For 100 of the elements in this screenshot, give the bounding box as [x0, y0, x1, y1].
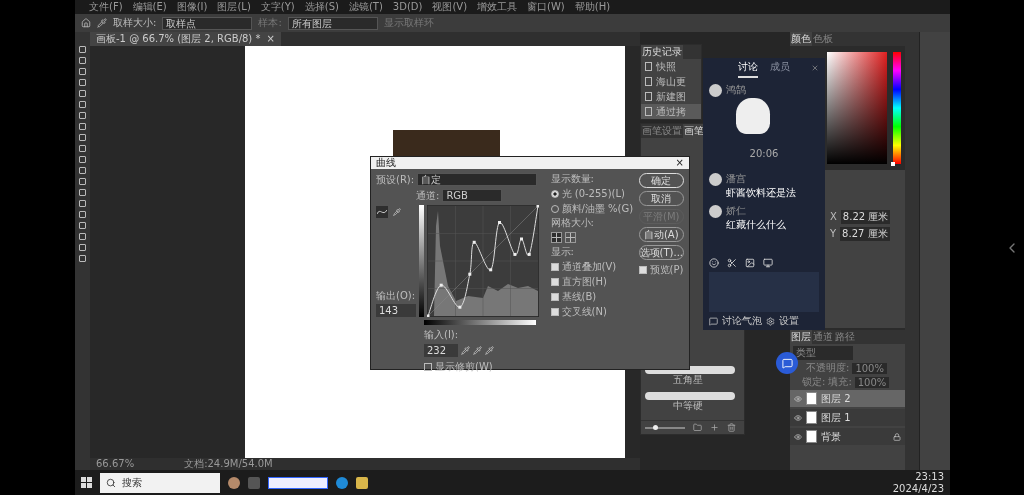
layer-row[interactable]: 背景 [790, 428, 905, 445]
radio-button[interactable] [550, 189, 559, 198]
menu-item[interactable]: 图层(L) [217, 1, 251, 13]
add-icon[interactable] [710, 423, 719, 432]
checkbox[interactable] [638, 265, 647, 274]
history-item[interactable]: 海山更 [641, 74, 701, 89]
radio-label: 颜料/油墨 %(G) [561, 202, 634, 215]
panel-tab[interactable]: 路径 [834, 330, 856, 344]
panel-tab[interactable]: 图层 [790, 330, 812, 344]
eyedropper-icon[interactable] [473, 346, 482, 355]
dialog-button[interactable]: 取消 [638, 191, 684, 206]
windows-start-icon[interactable] [81, 477, 92, 488]
menu-item[interactable]: 窗口(W) [527, 1, 565, 13]
dialog-button[interactable]: 选项(T)... [638, 245, 684, 260]
opacity-field[interactable]: 100% [852, 362, 887, 374]
checkbox-label: 直方图(H) [561, 275, 607, 288]
menu-item[interactable]: 3D(D) [392, 1, 423, 13]
input-field[interactable]: 232 [424, 344, 458, 357]
sample-dropdown[interactable]: 所有图层 [287, 16, 378, 30]
settings-link[interactable]: 设置 [779, 315, 799, 327]
lock-icon[interactable] [893, 432, 901, 441]
layer-thumbnail [806, 411, 817, 424]
close-icon[interactable] [811, 64, 819, 72]
app-icon[interactable] [356, 476, 368, 489]
checkbox[interactable] [424, 362, 432, 371]
image-icon[interactable] [745, 258, 755, 268]
zoom-level: 66.67% [96, 458, 135, 470]
panel-tab[interactable]: 画笔 [683, 124, 705, 138]
menu-item[interactable]: 滤镜(T) [348, 1, 383, 13]
layer-row[interactable]: 图层 2 [790, 390, 905, 407]
layer-row[interactable]: 图层 1 [790, 409, 905, 426]
panel-tab[interactable]: 颜色 [790, 32, 812, 46]
checkbox-label: 预览(P) [649, 263, 684, 276]
channel-label: 通道: [416, 189, 440, 202]
chat-tab[interactable]: 讨论 [738, 58, 758, 78]
eyedropper-icon[interactable] [485, 346, 494, 355]
panel-tab[interactable]: 历史记录 [641, 45, 683, 59]
eye-icon[interactable] [794, 413, 802, 422]
size-slider-track[interactable] [645, 426, 685, 429]
sample-size-dropdown[interactable]: 取样点 [162, 16, 253, 30]
screen-icon[interactable] [763, 258, 773, 268]
dialog-button[interactable]: 自动(A) [638, 227, 684, 242]
hue-slider-thumb[interactable] [891, 162, 895, 166]
menu-item[interactable]: 增效工具 [477, 1, 518, 13]
color-field[interactable] [827, 52, 887, 164]
scissors-icon[interactable] [727, 258, 737, 268]
browser-icon[interactable] [336, 476, 348, 489]
history-item[interactable]: 新建图 [641, 89, 701, 104]
menu-item[interactable]: 选择(S) [304, 1, 339, 13]
history-item[interactable]: 通过拷 [641, 104, 701, 119]
checkbox[interactable] [550, 292, 559, 301]
trash-icon[interactable] [727, 423, 736, 432]
eyedropper-icon[interactable] [461, 346, 470, 355]
dialog-button[interactable]: 确定 [638, 173, 684, 188]
menu-item[interactable]: 文字(Y) [260, 1, 295, 13]
menu-item[interactable]: 帮助(H) [574, 1, 611, 13]
coordinate-field[interactable]: 8.27 厘米 [840, 227, 890, 241]
fill-field[interactable]: 100% [854, 376, 890, 388]
layer-thumbnail [806, 392, 817, 405]
bubble-icon[interactable] [709, 316, 718, 326]
brush-name[interactable]: 中等硬 [641, 400, 744, 412]
menu-item[interactable]: 视图(V) [432, 1, 468, 13]
emoji-icon[interactable] [709, 258, 719, 268]
settings-icon[interactable] [766, 316, 775, 326]
curve-graph-drawing[interactable] [427, 205, 539, 317]
clock[interactable]: 23:13 2024/4/23 [892, 470, 944, 495]
checkbox[interactable] [550, 262, 559, 271]
grid-size-button[interactable] [550, 232, 562, 243]
curve-tool[interactable] [376, 205, 388, 218]
pencil-tool[interactable] [391, 205, 403, 218]
brush-name[interactable]: 五角星 [641, 374, 744, 386]
eyedropper-icon[interactable] [97, 18, 107, 28]
panel-tab[interactable]: 通道 [812, 330, 834, 344]
panel-tab[interactable]: 画笔设置 [641, 124, 683, 138]
checkbox[interactable] [550, 307, 559, 316]
menu-item[interactable]: 图像(I) [176, 1, 208, 13]
home-icon[interactable] [81, 18, 91, 28]
checkbox[interactable] [550, 277, 559, 286]
folder-icon[interactable] [693, 423, 702, 432]
coordinate-field[interactable]: 8.22 厘米 [840, 210, 891, 224]
sender-name: 潘宫 [726, 173, 747, 185]
panel-tab[interactable]: 色板 [812, 32, 834, 46]
menu-item[interactable]: 编辑(E) [132, 1, 167, 13]
chat-tab[interactable]: 成员 [770, 58, 790, 78]
output-field[interactable]: 143 [376, 304, 416, 317]
close-button[interactable]: × [675, 157, 684, 169]
opacity-label: 不透明度: [806, 362, 850, 374]
eye-icon[interactable] [794, 432, 802, 441]
size-slider-thumb[interactable] [653, 424, 658, 430]
grid-size-button[interactable] [564, 232, 576, 243]
channel-dropdown[interactable]: RGB [442, 189, 503, 202]
layer-filter-field[interactable]: 类型 [793, 346, 853, 360]
search-widget[interactable] [268, 476, 328, 489]
taskbar-search-field[interactable]: 搜索 [100, 472, 220, 493]
document-tab[interactable]: 画板-1 @ 66.7% (图层 2, RGB/8) * × [90, 32, 281, 46]
menu-item[interactable]: 文件(F) [89, 1, 123, 13]
bubble-setting[interactable]: 讨论气泡 [722, 315, 762, 327]
preset-dropdown[interactable]: 自定 [417, 173, 538, 186]
history-item[interactable]: 快照 [641, 59, 701, 74]
hue-spectrum[interactable] [893, 52, 901, 164]
